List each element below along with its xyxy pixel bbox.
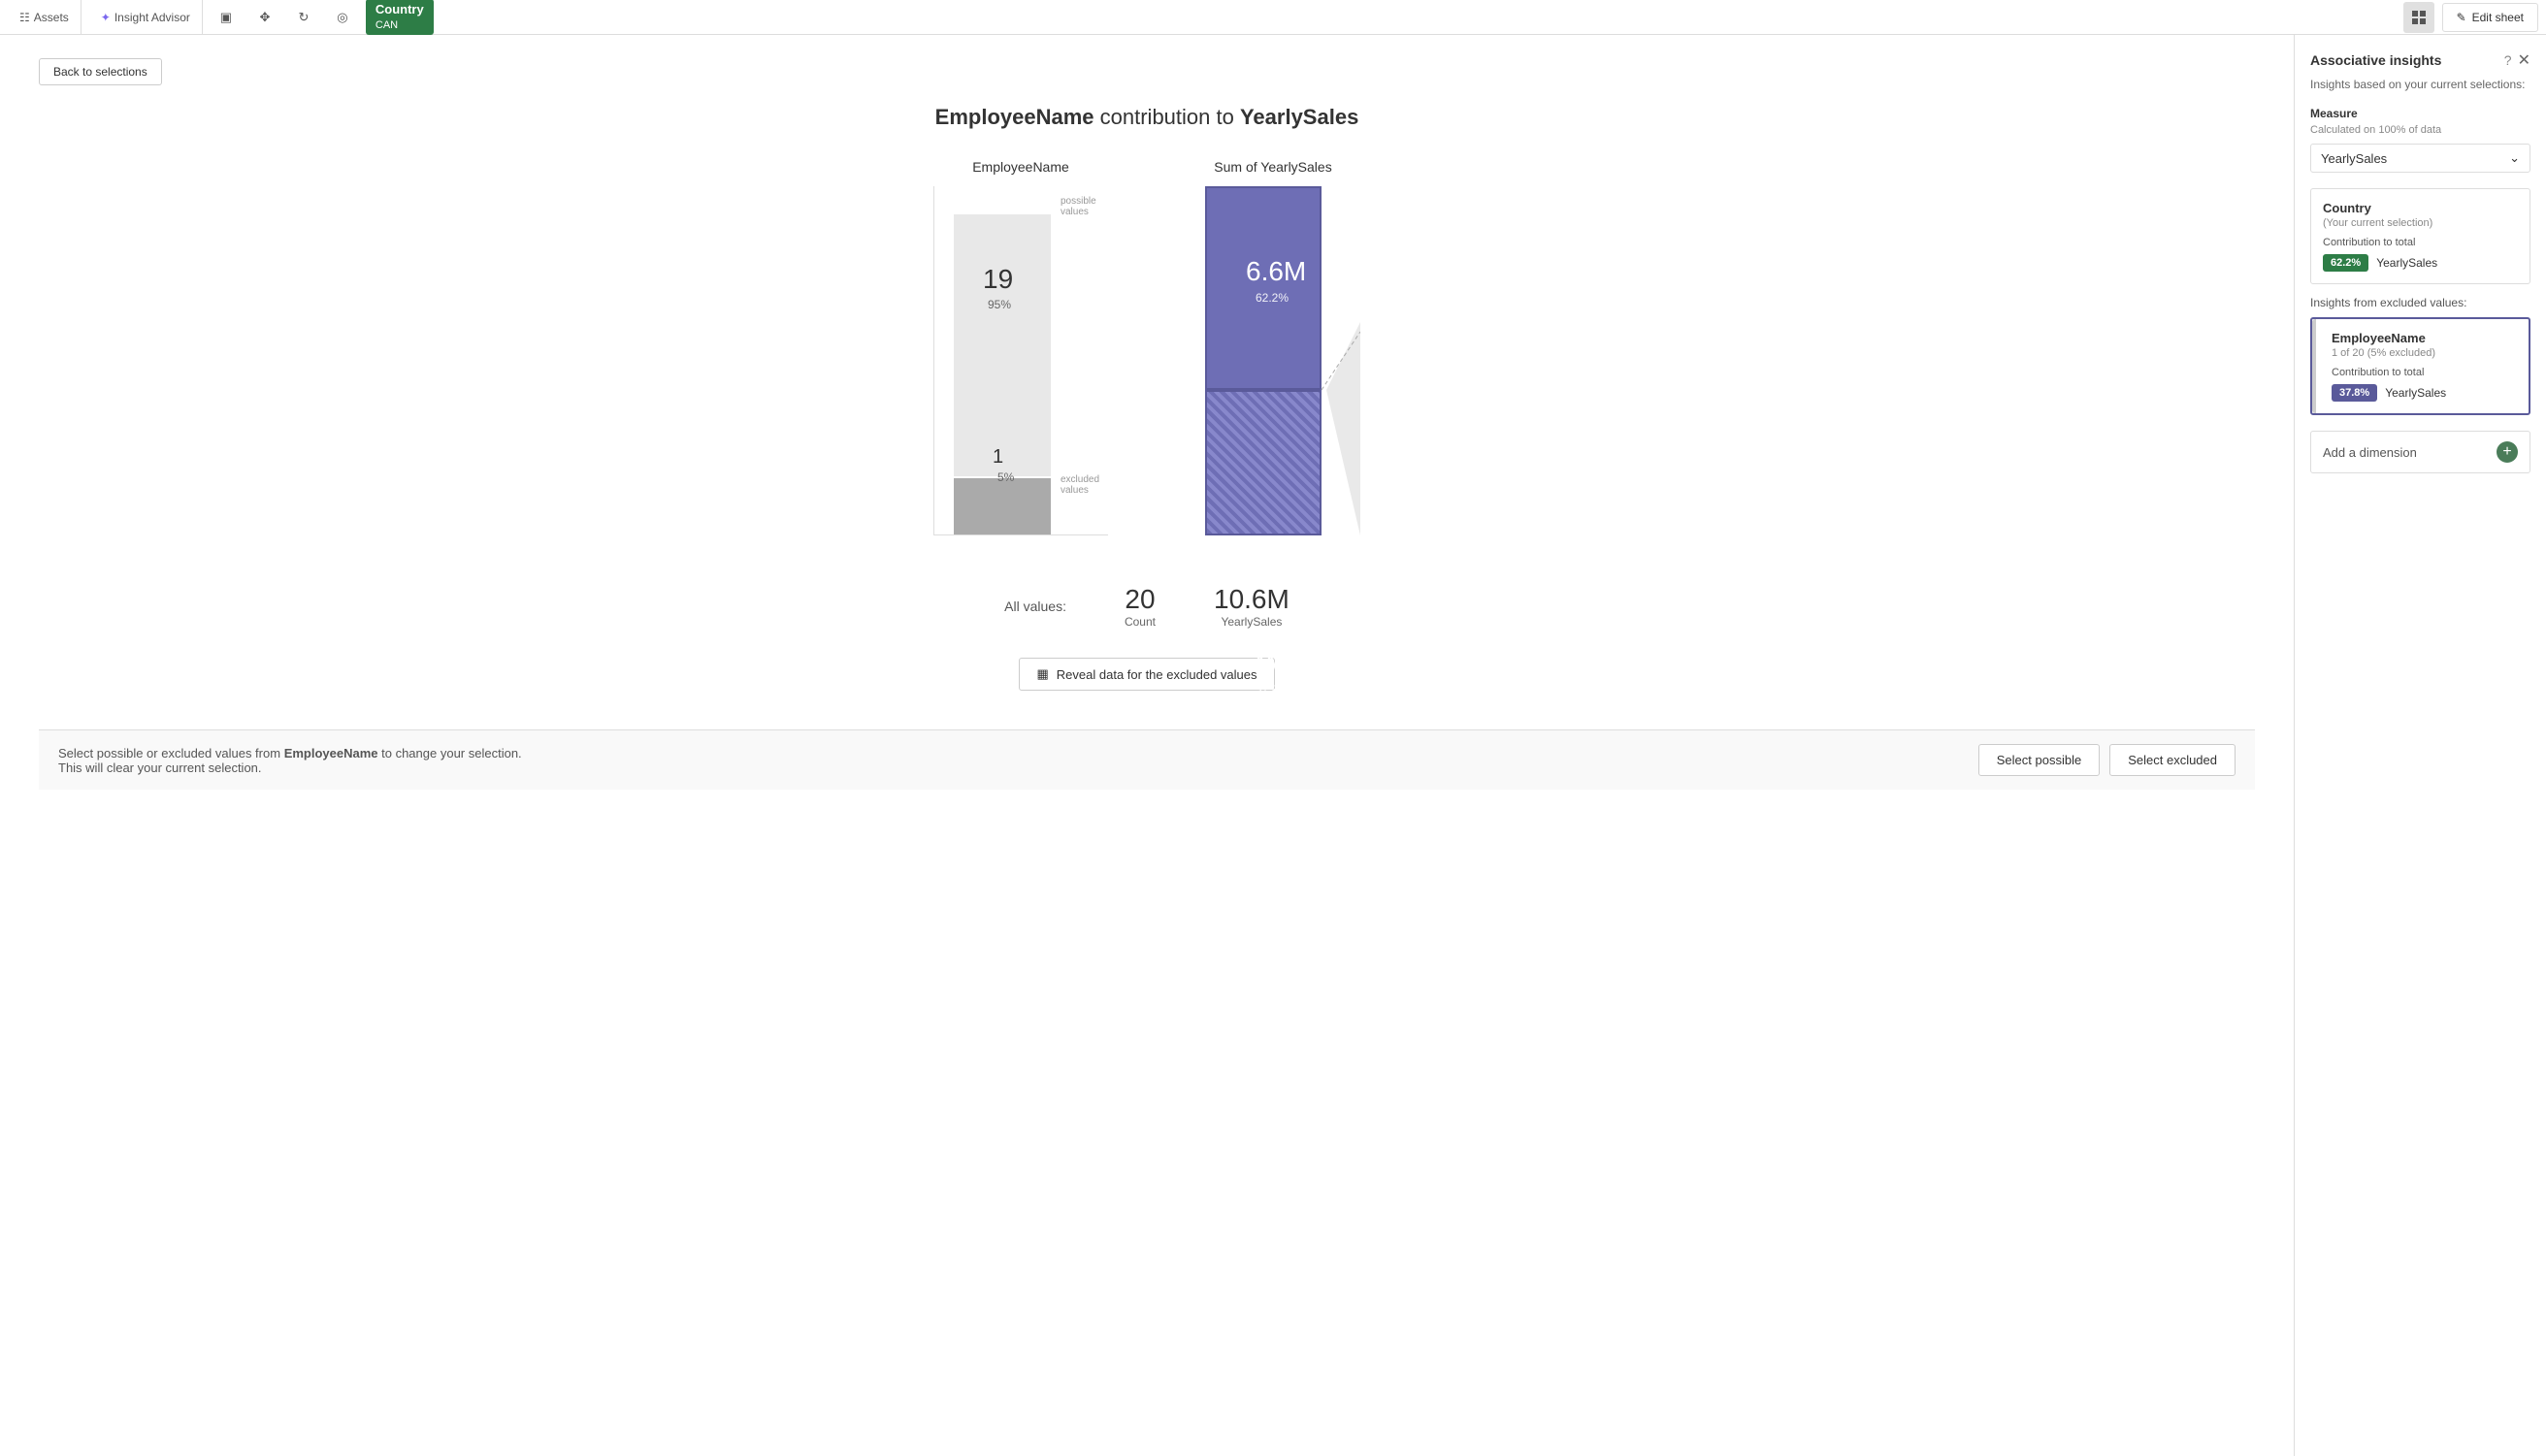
main-content: Back to selections EmployeeName contribu… [0, 35, 2294, 1456]
employee-excluded-count: 1 [993, 446, 1003, 469]
chart-columns: EmployeeName 19 95% 1 5% possible values… [933, 159, 1360, 535]
insights-section: Insights from excluded values: EmployeeN… [2310, 296, 2530, 415]
measure-value: YearlySales [2321, 151, 2387, 166]
employee-bar-container: 19 95% 1 5% possible values excluded val… [933, 186, 1108, 535]
panel-title: Associative insights [2310, 52, 2441, 68]
tab-insight-advisor[interactable]: ✦ Insight Advisor [89, 0, 203, 35]
employee-contribution-label: Contribution to total [2332, 367, 2517, 378]
chart-title-middle: contribution to [1094, 105, 1240, 129]
edit-sheet-label: Edit sheet [2472, 11, 2524, 24]
country-card-sub: (Your current selection) [2323, 217, 2518, 229]
employee-card-sub: 1 of 20 (5% excluded) [2332, 347, 2517, 359]
bottom-text-prefix: Select possible or excluded values from [58, 746, 284, 760]
sales-excluded-value: 4M [1251, 649, 1289, 680]
employee-col-header: EmployeeName [933, 159, 1108, 175]
add-icon: + [2497, 441, 2518, 463]
employee-excluded-card: EmployeeName 1 of 20 (5% excluded) Contr… [2310, 317, 2530, 415]
sales-possible-bar: 6.6M 62.2% [1205, 186, 1322, 390]
measure-label: Measure [2310, 107, 2530, 120]
employee-badge: 37.8% [2332, 384, 2377, 402]
excluded-values-label: excluded values [1061, 474, 1108, 496]
sales-chart: Sum of YearlySales 6.6M 62.2% 4M 37.8% [1186, 159, 1360, 535]
rotate-icon[interactable]: ↻ [288, 2, 319, 33]
panel-subtitle: Insights based on your current selection… [2310, 78, 2530, 91]
employee-excluded-pct: 5% [997, 470, 1014, 484]
chart-title: EmployeeName contribution to YearlySales [39, 105, 2255, 130]
country-contribution-label: Contribution to total [2323, 237, 2518, 248]
topbar-right: ✎ Edit sheet [2403, 2, 2538, 33]
topbar: ☷ Assets ✦ Insight Advisor ▣ ✥ ↻ ◎ Count… [0, 0, 2546, 35]
all-values-sales: 10.6M YearlySales [1214, 584, 1289, 629]
chart-title-field: EmployeeName [935, 105, 1094, 129]
back-to-selections-button[interactable]: Back to selections [39, 58, 162, 85]
employee-chart: EmployeeName 19 95% 1 5% possible values… [933, 159, 1108, 535]
measure-sub: Calculated on 100% of data [2310, 124, 2530, 136]
lasso-select-icon[interactable]: ▣ [211, 2, 242, 33]
all-values-sales-num: 10.6M [1214, 584, 1289, 615]
add-dimension-button[interactable]: Add a dimension + [2310, 431, 2530, 473]
excluded-card-indicator [2312, 319, 2316, 413]
all-values-count: 20 Count [1125, 584, 1156, 629]
all-values-count-label: Count [1125, 615, 1156, 629]
selection-value: CAN [375, 18, 424, 33]
employee-possible-pct: 95% [988, 298, 1011, 311]
reveal-button-label: Reveal data for the excluded values [1057, 667, 1257, 682]
chart-title-measure: YearlySales [1240, 105, 1358, 129]
sales-bar-container: 6.6M 62.2% 4M 37.8% [1186, 186, 1360, 535]
add-dimension-label: Add a dimension [2323, 445, 2417, 460]
right-panel: Associative insights ? ✕ Insights based … [2294, 35, 2546, 1456]
insight-icon: ✦ [101, 11, 111, 24]
sales-excluded-bar: 4M 37.8% [1205, 390, 1322, 535]
help-icon[interactable]: ? [2504, 52, 2512, 68]
bottom-text-field: EmployeeName [284, 746, 378, 760]
reveal-excluded-button[interactable]: ▦ Reveal data for the excluded values [1019, 658, 1276, 691]
sales-possible-pct: 62.2% [1256, 291, 1289, 305]
table-icon: ▦ [1037, 666, 1049, 682]
all-values-label: All values: [1004, 599, 1066, 614]
selection-field: Country [375, 1, 424, 18]
possible-values-label: possible values [1061, 196, 1108, 217]
selection-tag[interactable]: Country CAN [366, 0, 434, 35]
assets-label: Assets [34, 11, 69, 24]
all-values-row: All values: 20 Count 10.6M YearlySales [39, 584, 2255, 629]
country-contribution-row: 62.2% YearlySales [2323, 254, 2518, 272]
employee-contribution-row: 37.8% YearlySales [2332, 384, 2517, 402]
employee-excluded-bar [954, 478, 1051, 534]
country-badge-label: YearlySales [2376, 256, 2437, 270]
tab-assets[interactable]: ☷ Assets [8, 0, 82, 35]
bottom-bar-actions: Select possible Select excluded [1978, 744, 2236, 776]
all-values-sales-label: YearlySales [1214, 615, 1289, 629]
insights-label: Insights from excluded values: [2310, 296, 2530, 309]
chart-area: EmployeeName 19 95% 1 5% possible values… [39, 159, 2255, 691]
bottom-bar-text: Select possible or excluded values from … [58, 746, 543, 775]
layout: Back to selections EmployeeName contribu… [0, 35, 2546, 1456]
assets-icon: ☷ [19, 11, 30, 24]
bottom-bar: Select possible or excluded values from … [39, 729, 2255, 790]
select-possible-button[interactable]: Select possible [1978, 744, 2100, 776]
chevron-down-icon: ⌄ [2509, 150, 2520, 166]
measure-select[interactable]: YearlySales ⌄ [2310, 144, 2530, 173]
sales-excluded-pct: 37.8% [1256, 683, 1289, 696]
country-card: Country (Your current selection) Contrib… [2310, 188, 2530, 284]
sales-col-header: Sum of YearlySales [1186, 159, 1360, 175]
pencil-icon: ✎ [2457, 11, 2466, 24]
country-card-title: Country [2323, 201, 2518, 215]
topbar-left: ☷ Assets ✦ Insight Advisor ▣ ✥ ↻ ◎ Count… [8, 0, 434, 35]
edit-sheet-button[interactable]: ✎ Edit sheet [2442, 3, 2538, 32]
employee-possible-bar [954, 214, 1051, 476]
insight-label: Insight Advisor [114, 11, 190, 24]
select-excluded-button[interactable]: Select excluded [2109, 744, 2236, 776]
country-badge: 62.2% [2323, 254, 2368, 272]
employee-badge-label: YearlySales [2385, 386, 2446, 400]
all-values-count-num: 20 [1125, 584, 1156, 615]
sales-possible-value: 6.6M [1246, 256, 1306, 287]
expand-icon[interactable]: ✥ [249, 2, 280, 33]
employee-card-title: EmployeeName [2332, 331, 2517, 345]
panel-header: Associative insights ? ✕ [2310, 50, 2530, 70]
grid-view-button[interactable] [2403, 2, 2434, 33]
close-panel-icon[interactable]: ✕ [2518, 50, 2530, 70]
target-icon[interactable]: ◎ [327, 2, 358, 33]
employee-possible-count: 19 [983, 264, 1013, 295]
